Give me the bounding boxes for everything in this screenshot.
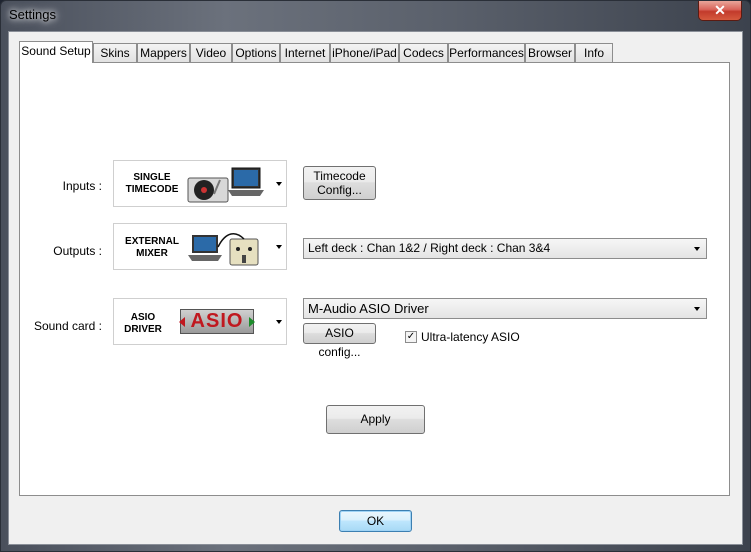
tab-iphone-ipad[interactable]: iPhone/iPad — [330, 43, 399, 62]
outputs-select[interactable]: Left deck : Chan 1&2 / Right deck : Chan… — [303, 238, 707, 259]
soundcard-label: Sound card : — [33, 319, 102, 333]
outputs-select-value: Left deck : Chan 1&2 / Right deck : Chan… — [308, 241, 551, 255]
window-title: Settings — [9, 7, 56, 22]
tab-skins[interactable]: Skins — [93, 43, 137, 62]
tab-options[interactable]: Options — [232, 43, 280, 62]
client-area: Sound Setup Skins Mappers Video Options … — [8, 31, 743, 545]
tab-video[interactable]: Video — [190, 43, 232, 62]
outputs-selector[interactable]: EXTERNAL MIXER — [113, 223, 287, 270]
asio-logo-text: ASIO — [190, 310, 244, 332]
title-bar[interactable]: Settings ✕ — [1, 1, 750, 29]
tab-info[interactable]: Info — [575, 43, 613, 62]
ultra-latency-label: Ultra-latency ASIO — [421, 330, 520, 344]
tab-sound-setup[interactable]: Sound Setup — [19, 41, 93, 63]
outputs-label: Outputs : — [53, 244, 102, 258]
ok-button[interactable]: OK — [339, 510, 412, 532]
asio-config-button[interactable]: ASIO config... — [303, 323, 376, 359]
sound-setup-panel: Inputs : SINGLE TIMECODE Timecode Config… — [19, 62, 730, 496]
ultra-latency-checkbox[interactable]: ✓ — [405, 331, 417, 343]
tab-mappers[interactable]: Mappers — [137, 43, 190, 62]
outputs-image-text: EXTERNAL MIXER — [125, 236, 179, 259]
asio-left-arrow-icon — [179, 317, 185, 327]
apply-button[interactable]: Apply — [326, 405, 425, 434]
settings-window: Settings ✕ Sound Setup Skins Mappers Vid… — [0, 0, 751, 552]
inputs-label: Inputs : — [62, 179, 102, 193]
asio-right-arrow-icon — [249, 317, 255, 327]
checkmark-icon: ✓ — [406, 331, 416, 342]
soundcard-image-text: ASIO DRIVER — [124, 312, 162, 335]
tab-codecs[interactable]: Codecs — [399, 43, 448, 62]
turntable-laptop-icon — [187, 167, 264, 203]
soundcard-select-value: M-Audio ASIO Driver — [308, 301, 429, 316]
inputs-dropdown-arrow-icon — [276, 182, 282, 186]
timecode-config-button[interactable]: Timecode Config... — [303, 166, 376, 200]
laptop-mixer-icon — [188, 233, 259, 266]
close-icon: ✕ — [714, 2, 726, 18]
close-button[interactable]: ✕ — [698, 1, 742, 21]
soundcard-dropdown-arrow-icon — [276, 320, 282, 324]
soundcard-selector[interactable]: ASIO DRIVER ASIO — [113, 298, 287, 345]
tab-internet[interactable]: Internet — [280, 43, 330, 62]
tab-performances[interactable]: Performances — [448, 43, 525, 62]
asio-logo-icon: ASIO — [179, 309, 255, 334]
tab-browser[interactable]: Browser — [525, 43, 575, 62]
outputs-select-arrow-icon — [694, 247, 700, 251]
soundcard-select-arrow-icon — [694, 307, 700, 311]
outputs-dropdown-arrow-icon — [276, 245, 282, 249]
inputs-image-text: SINGLE TIMECODE — [125, 172, 179, 195]
soundcard-select[interactable]: M-Audio ASIO Driver — [303, 298, 707, 319]
inputs-selector[interactable]: SINGLE TIMECODE — [113, 160, 287, 207]
